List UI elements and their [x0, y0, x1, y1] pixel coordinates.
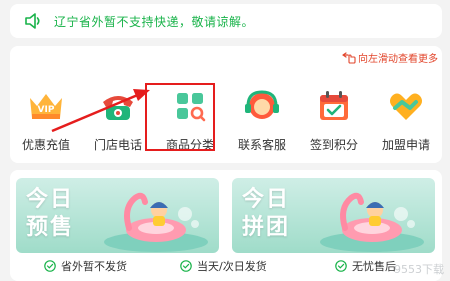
menu-item-recharge[interactable]: VIP 优惠充值 [11, 86, 81, 153]
presale-banner[interactable]: 今日 预售 [16, 178, 219, 253]
check-circle-icon [180, 260, 192, 272]
banner-title: 今日 拼团 [242, 187, 291, 240]
swipe-hint-text: 向左滑动查看更多 [358, 54, 438, 65]
footer-item-fast-shipping: 当天/次日发货 [180, 258, 267, 274]
speaker-icon [25, 13, 40, 29]
calendar-check-icon [320, 91, 348, 120]
vip-crown-icon: VIP [30, 94, 62, 119]
menu-item-label: 签到积分 [309, 138, 358, 152]
watermark: 9553下载 [394, 263, 444, 276]
highlight-box [145, 83, 215, 151]
menu-item-store-phone[interactable]: 门店电话 [83, 86, 153, 153]
headset-icon [245, 90, 279, 119]
menu-item-label: 联系客服 [237, 138, 286, 152]
group-buy-banner[interactable]: 今日 拼团 [232, 178, 435, 253]
svg-text:VIP: VIP [38, 105, 55, 115]
swipe-hint[interactable]: 向左滑动查看更多 [342, 50, 438, 65]
handshake-heart-icon [390, 93, 422, 120]
telephone-icon [103, 96, 133, 120]
notice-bar: 辽宁省外暂不支持快递，敬请谅解。 [10, 4, 442, 38]
quick-menu-panel: 向左滑动查看更多 VIP 优惠充值 门店电话 商品分类 联系客服 签到积分 加盟… [10, 46, 442, 163]
footer-item-after-sales: 无忧售后 [335, 258, 396, 274]
menu-item-label: 加盟申请 [381, 138, 430, 152]
check-circle-icon [44, 260, 56, 272]
footer-item-no-shipping: 省外暂不发货 [44, 258, 127, 274]
menu-item-label: 优惠充值 [21, 138, 70, 152]
flamingo-float-illustration [320, 192, 424, 252]
notice-text: 辽宁省外暂不支持快递，敬请谅解。 [54, 14, 255, 29]
menu-icons-row: VIP 优惠充值 门店电话 商品分类 联系客服 签到积分 加盟申请 [10, 86, 442, 156]
flamingo-float-illustration [104, 192, 208, 252]
promo-cards: 今日 预售 今日 拼团 省外暂不发货 当天/次日发货 无忧售后 [10, 170, 442, 281]
check-circle-icon [335, 260, 347, 272]
menu-item-checkin-points[interactable]: 签到积分 [299, 86, 369, 153]
banner-title: 今日 预售 [26, 187, 75, 240]
hand-pointer-icon [342, 51, 356, 64]
menu-item-label: 门店电话 [93, 138, 142, 152]
menu-item-franchise-apply[interactable]: 加盟申请 [371, 86, 441, 153]
menu-item-customer-service[interactable]: 联系客服 [227, 86, 297, 153]
